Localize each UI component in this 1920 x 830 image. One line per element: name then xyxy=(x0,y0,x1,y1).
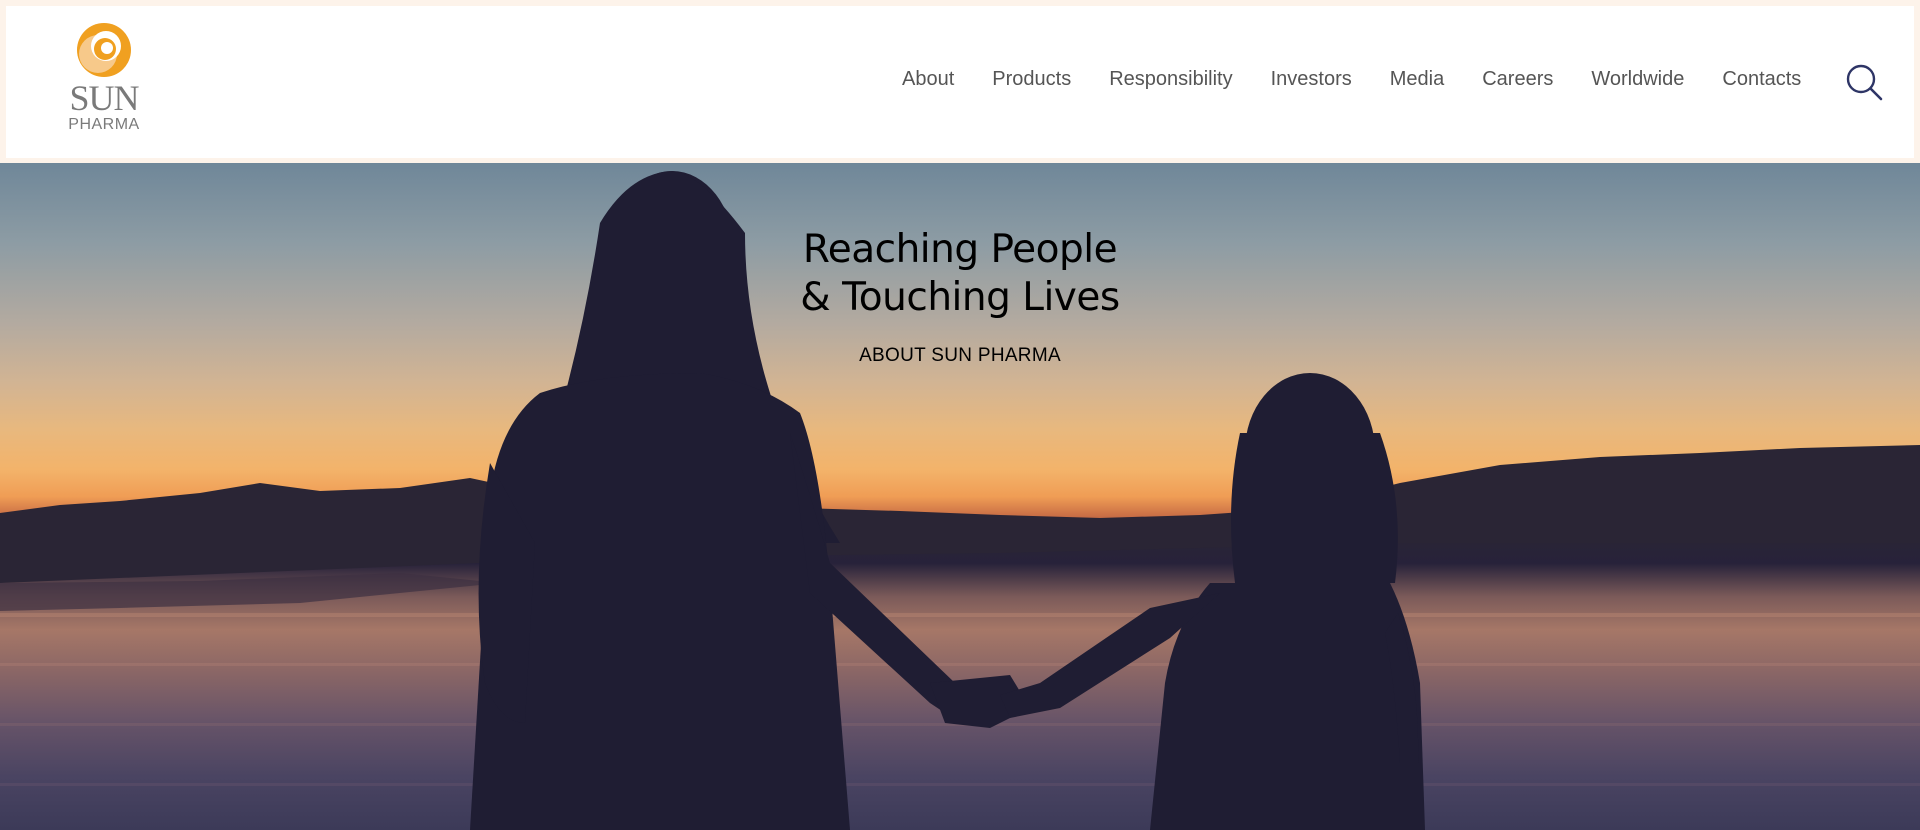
logo-wordmark-sun: SUN xyxy=(69,78,139,118)
nav-item-media[interactable]: Media xyxy=(1390,68,1444,91)
nav-item-careers[interactable]: Careers xyxy=(1482,68,1553,91)
logo-mark-icon xyxy=(77,23,131,77)
main-nav: About Products Responsibility Investors … xyxy=(902,64,1839,94)
nav-item-investors[interactable]: Investors xyxy=(1271,68,1352,91)
hero-banner: Reaching People & Touching Lives ABOUT S… xyxy=(0,163,1920,830)
hero-title-line-2: & Touching Lives xyxy=(800,275,1120,320)
nav-item-contacts[interactable]: Contacts xyxy=(1722,68,1801,91)
sun-pharma-logo[interactable]: SUN PHARMA xyxy=(56,18,152,138)
nav-item-responsibility[interactable]: Responsibility xyxy=(1109,68,1232,91)
about-sun-pharma-link[interactable]: ABOUT SUN PHARMA xyxy=(760,345,1160,367)
nav-item-worldwide[interactable]: Worldwide xyxy=(1591,68,1684,91)
nav-item-products[interactable]: Products xyxy=(992,68,1071,91)
site-header: SUN PHARMA About Products Responsibility… xyxy=(6,6,1914,158)
logo-wordmark-pharma: PHARMA xyxy=(68,116,140,133)
hero-title-line-1: Reaching People xyxy=(802,227,1118,272)
search-icon[interactable] xyxy=(1844,62,1884,102)
hero-title: Reaching People & Touching Lives xyxy=(660,226,1260,322)
nav-item-about[interactable]: About xyxy=(902,68,954,91)
